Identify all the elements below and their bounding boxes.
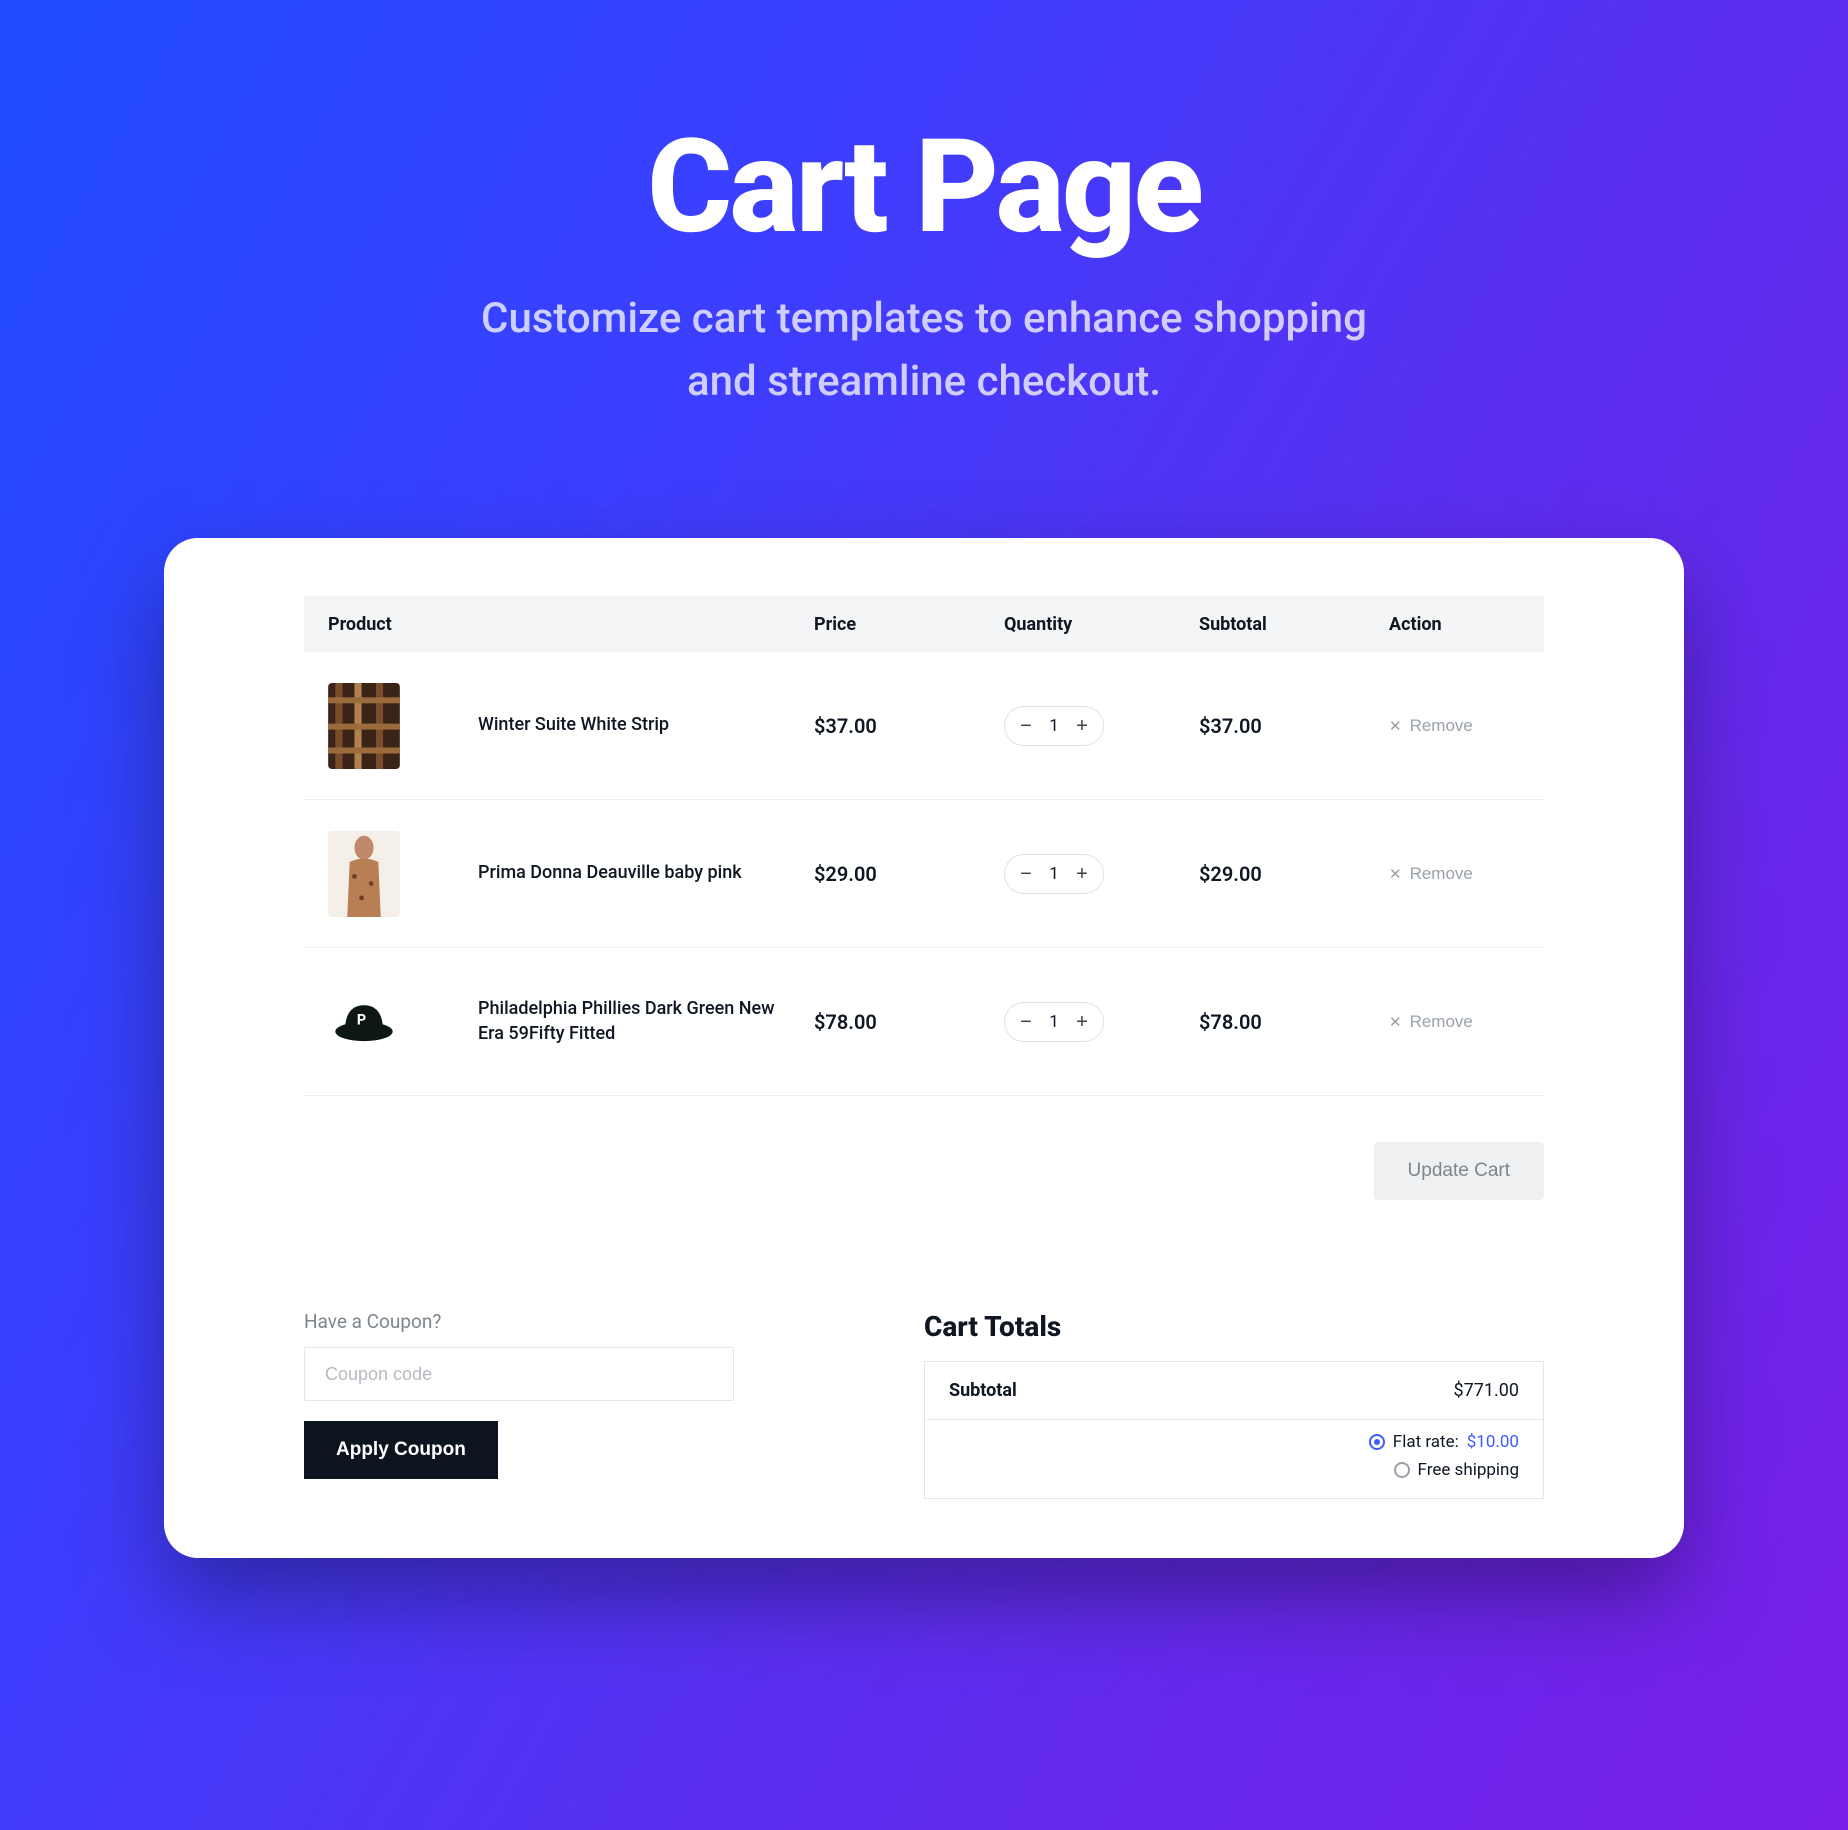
close-icon: ✕	[1389, 717, 1402, 735]
product-thumb	[328, 831, 400, 917]
remove-button[interactable]: ✕ Remove	[1389, 864, 1473, 884]
cart-totals-section: Cart Totals Subtotal $771.00 Flat rate: …	[924, 1310, 1544, 1499]
remove-button[interactable]: ✕ Remove	[1389, 716, 1473, 736]
header-product: Product	[304, 614, 814, 635]
radio-icon	[1369, 1434, 1385, 1450]
coupon-label: Have a Coupon?	[304, 1310, 864, 1333]
page-title: Cart Page	[0, 110, 1848, 263]
product-subtotal: $78.00	[1199, 1010, 1389, 1034]
product-name: Philadelphia Phillies Dark Green New Era…	[478, 997, 778, 1046]
subtotal-label: Subtotal	[949, 1380, 1017, 1401]
remove-button[interactable]: ✕ Remove	[1389, 1012, 1473, 1032]
qty-increase-button[interactable]: +	[1067, 1007, 1097, 1037]
product-thumb: P	[328, 979, 400, 1065]
cart-table-header: Product Price Quantity Subtotal Action	[304, 596, 1544, 652]
shipping-flat-label: Flat rate:	[1393, 1432, 1459, 1452]
qty-decrease-button[interactable]: −	[1011, 711, 1041, 741]
subtotal-value: $771.00	[1454, 1380, 1519, 1401]
remove-label: Remove	[1410, 716, 1473, 736]
quantity-stepper[interactable]: − 1 +	[1004, 1002, 1104, 1042]
apply-coupon-button[interactable]: Apply Coupon	[304, 1421, 498, 1479]
cart-totals-title: Cart Totals	[924, 1310, 1544, 1343]
shipping-free-label: Free shipping	[1418, 1460, 1519, 1480]
cart-row: Winter Suite White Strip $37.00 − 1 + $3…	[304, 652, 1544, 800]
radio-icon	[1394, 1462, 1410, 1478]
cart-card: Product Price Quantity Subtotal Action W…	[164, 538, 1684, 1558]
shipping-flat-value: $10.00	[1467, 1432, 1519, 1452]
hero-section: Cart Page Customize cart templates to en…	[0, 0, 1848, 413]
product-price: $78.00	[814, 1010, 1004, 1034]
update-cart-button[interactable]: Update Cart	[1374, 1142, 1544, 1200]
quantity-stepper[interactable]: − 1 +	[1004, 706, 1104, 746]
remove-label: Remove	[1410, 864, 1473, 884]
cart-row: Prima Donna Deauville baby pink $29.00 −…	[304, 800, 1544, 948]
header-action: Action	[1389, 614, 1544, 635]
product-price: $37.00	[814, 714, 1004, 738]
product-subtotal: $37.00	[1199, 714, 1389, 738]
product-thumb	[328, 683, 400, 769]
header-quantity: Quantity	[1004, 614, 1199, 635]
product-subtotal: $29.00	[1199, 862, 1389, 886]
cart-totals-box: Subtotal $771.00 Flat rate: $10.00 Free …	[924, 1361, 1544, 1499]
shipping-option-flat[interactable]: Flat rate: $10.00	[949, 1432, 1519, 1452]
qty-increase-button[interactable]: +	[1067, 859, 1097, 889]
quantity-stepper[interactable]: − 1 +	[1004, 854, 1104, 894]
coupon-section: Have a Coupon? Apply Coupon	[304, 1310, 864, 1499]
coupon-input[interactable]	[304, 1347, 734, 1401]
close-icon: ✕	[1389, 865, 1402, 883]
close-icon: ✕	[1389, 1013, 1402, 1031]
header-subtotal: Subtotal	[1199, 614, 1389, 635]
qty-decrease-button[interactable]: −	[1011, 1007, 1041, 1037]
qty-value: 1	[1041, 1012, 1067, 1032]
qty-value: 1	[1041, 716, 1067, 736]
qty-value: 1	[1041, 864, 1067, 884]
cart-row: P Philadelphia Phillies Dark Green New E…	[304, 948, 1544, 1096]
header-price: Price	[814, 614, 1004, 635]
qty-decrease-button[interactable]: −	[1011, 859, 1041, 889]
page-subtitle: Customize cart templates to enhance shop…	[0, 287, 1848, 413]
shipping-option-free[interactable]: Free shipping	[949, 1460, 1519, 1480]
qty-increase-button[interactable]: +	[1067, 711, 1097, 741]
remove-label: Remove	[1410, 1012, 1473, 1032]
svg-text:P: P	[357, 1012, 366, 1028]
product-name: Prima Donna Deauville baby pink	[478, 861, 742, 885]
product-name: Winter Suite White Strip	[478, 713, 669, 737]
product-price: $29.00	[814, 862, 1004, 886]
